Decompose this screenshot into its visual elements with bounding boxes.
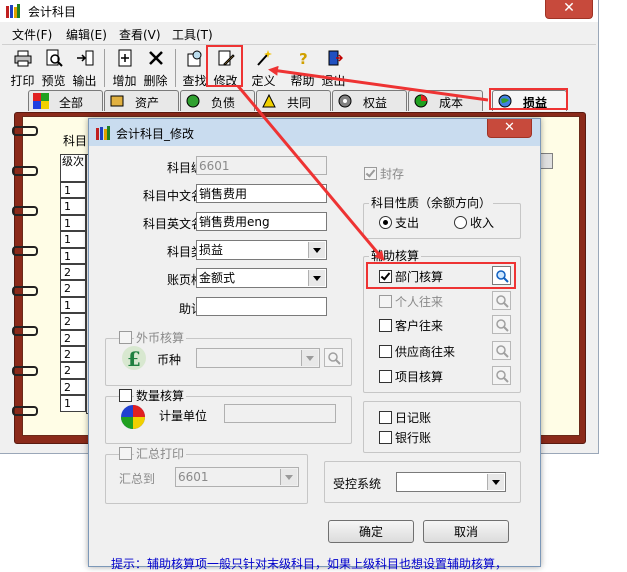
arrow-to-modify [268, 65, 489, 102]
annotation-arrows [236, 65, 489, 262]
arrow-to-department [236, 85, 385, 262]
